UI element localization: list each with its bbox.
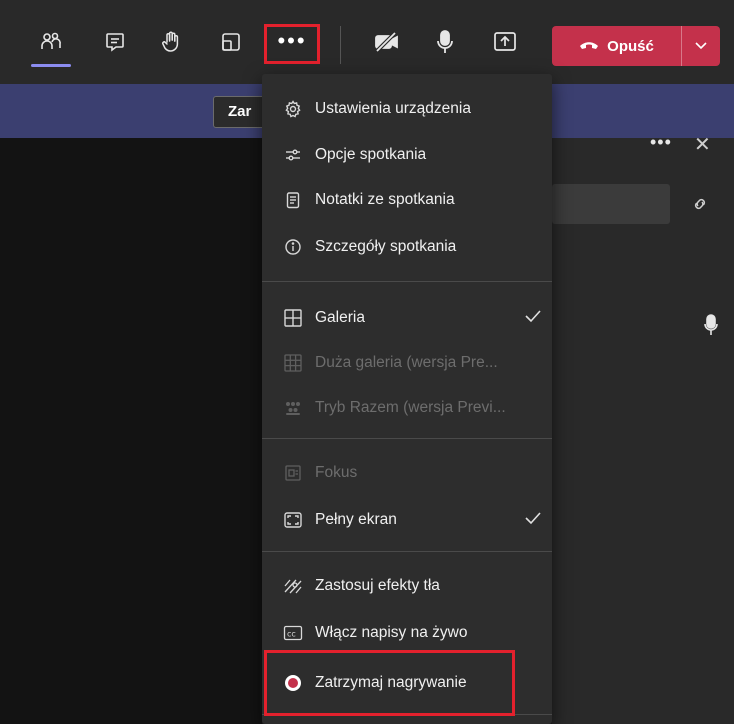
checkmark-icon — [524, 309, 542, 328]
more-options-icon: ••• — [277, 28, 307, 53]
menu-item-label: Pełny ekran — [315, 511, 397, 528]
menu-item-device-settings[interactable]: Ustawienia urządzenia — [262, 89, 552, 129]
people-icon[interactable] — [33, 24, 69, 60]
menu-item-live-captions[interactable]: cc Włącz napisy na żywo — [262, 613, 552, 653]
microphone-icon[interactable] — [427, 24, 463, 60]
camera-off-icon[interactable] — [369, 24, 405, 60]
notes-icon — [283, 190, 303, 210]
menu-item-label: Fokus — [315, 464, 358, 481]
meeting-toolbar: ••• Opuść — [0, 0, 734, 84]
panel-more-icon[interactable]: ••• — [650, 132, 672, 153]
breakout-rooms-icon[interactable] — [213, 24, 249, 60]
panel-close-icon[interactable]: ✕ — [694, 132, 711, 157]
captions-icon: cc — [283, 623, 303, 643]
side-panel — [552, 138, 734, 724]
large-gallery-icon — [283, 353, 303, 373]
more-options-menu: Ustawienia urządzenia Opcje spotkania No… — [262, 74, 552, 724]
leave-button-main[interactable]: Opuść — [552, 26, 681, 66]
stop-recording-highlight — [264, 650, 515, 716]
link-icon[interactable] — [690, 194, 710, 219]
menu-item-label: Notatki ze spotkania — [315, 191, 455, 208]
focus-icon — [283, 463, 303, 483]
leave-options-dropdown[interactable] — [681, 26, 720, 66]
menu-separator — [262, 438, 552, 439]
sliders-icon — [283, 145, 303, 165]
menu-item-label: Duża galeria (wersja Pre... — [315, 354, 498, 371]
menu-item-meeting-options[interactable]: Opcje spotkania — [262, 135, 552, 175]
teams-meeting-window: ••• Opuść Zar ••• ✕ Ustawienia urządzeni… — [0, 0, 734, 724]
menu-item-background-effects[interactable]: Zastosuj efekty tła — [262, 566, 552, 606]
together-mode-icon — [283, 398, 303, 418]
menu-item-meeting-notes[interactable]: Notatki ze spotkania — [262, 180, 552, 220]
participant-mic-icon — [703, 314, 719, 341]
active-tab-indicator — [31, 64, 71, 67]
chevron-down-icon — [694, 37, 708, 55]
fullscreen-icon — [283, 510, 303, 530]
menu-item-label: Włącz napisy na żywo — [315, 624, 468, 641]
more-options-button[interactable]: ••• — [264, 24, 320, 64]
leave-button-label: Opuść — [607, 37, 654, 55]
gallery-icon — [283, 308, 303, 328]
menu-separator — [262, 281, 552, 282]
svg-text:cc: cc — [287, 630, 296, 639]
menu-item-meeting-details[interactable]: Szczegóły spotkania — [262, 227, 552, 267]
menu-item-label: Zastosuj efekty tła — [315, 577, 440, 594]
raise-hand-icon[interactable] — [153, 24, 189, 60]
background-effects-icon — [283, 576, 303, 596]
menu-item-label: Galeria — [315, 309, 365, 326]
share-screen-icon[interactable] — [487, 24, 523, 60]
menu-item-label: Opcje spotkania — [315, 146, 427, 163]
menu-separator — [262, 551, 552, 552]
gear-icon — [283, 99, 303, 119]
hang-up-icon — [579, 38, 599, 55]
checkmark-icon — [524, 511, 542, 530]
menu-item-label: Szczegóły spotkania — [315, 238, 457, 255]
info-icon — [283, 237, 303, 257]
menu-item-together-mode: Tryb Razem (wersja Previ... — [262, 388, 552, 428]
panel-search-input[interactable] — [552, 184, 670, 224]
toolbar-divider — [340, 26, 341, 64]
menu-item-gallery[interactable]: Galeria — [262, 298, 552, 338]
video-stage — [0, 138, 262, 724]
menu-item-focus: Fokus — [262, 453, 552, 493]
menu-item-label: Tryb Razem (wersja Previ... — [315, 399, 506, 416]
leave-meeting-button[interactable]: Opuść — [552, 26, 720, 66]
chat-icon[interactable] — [97, 24, 133, 60]
menu-item-fullscreen[interactable]: Pełny ekran — [262, 500, 552, 540]
menu-item-label: Ustawienia urządzenia — [315, 100, 471, 117]
menu-item-large-gallery: Duża galeria (wersja Pre... — [262, 343, 552, 383]
